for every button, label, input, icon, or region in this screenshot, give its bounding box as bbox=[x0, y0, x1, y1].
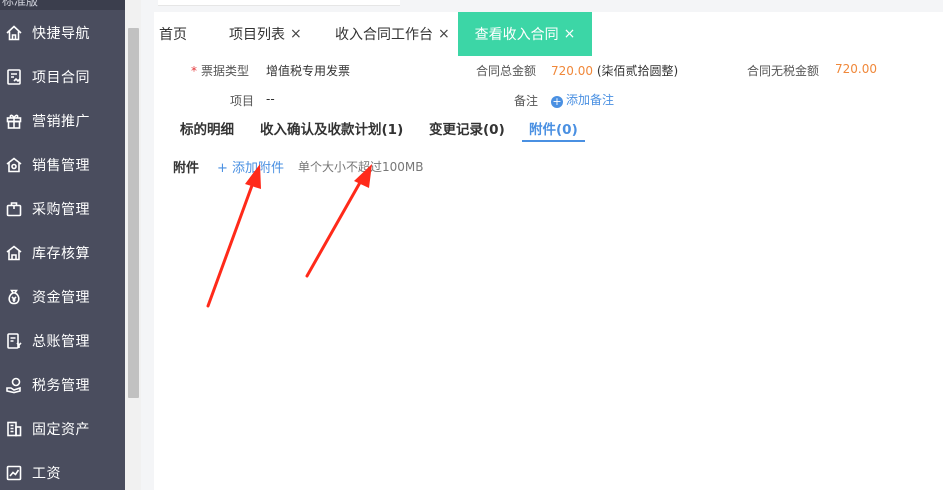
subtab-attachments[interactable]: 附件(0) bbox=[522, 118, 585, 142]
sidebar-item-quick-nav[interactable]: 快捷导航 bbox=[0, 11, 125, 55]
sidebar-header: 标准版 bbox=[0, 0, 125, 10]
sidebar-item-label: 营销推广 bbox=[32, 114, 90, 130]
subtab-items[interactable]: 标的明细 bbox=[180, 118, 234, 142]
briefcase-icon bbox=[5, 200, 23, 218]
tab-label: 首页 bbox=[159, 27, 187, 43]
sidebar-item-label: 税务管理 bbox=[32, 378, 90, 394]
tab-project-list[interactable]: 项目列表 × bbox=[229, 12, 302, 56]
edition-label: 标准版 bbox=[2, 0, 39, 8]
remark-label: 备注 bbox=[514, 94, 539, 108]
top-strip-panel bbox=[158, 0, 400, 6]
close-icon[interactable]: × bbox=[438, 26, 450, 42]
tab-label: 收入合同工作台 bbox=[335, 27, 433, 43]
sidebar-item-label: 快捷导航 bbox=[32, 26, 90, 42]
tab-view-income-contract[interactable]: 查看收入合同 × bbox=[458, 12, 592, 56]
sidebar-item-inventory[interactable]: 库存核算 bbox=[0, 231, 125, 275]
sidebar-item-project-contract[interactable]: 项目合同 bbox=[0, 55, 125, 99]
close-icon[interactable]: × bbox=[564, 26, 576, 42]
add-attachment-button[interactable]: + 添加附件 bbox=[217, 157, 284, 176]
tab-label: 项目列表 bbox=[229, 27, 285, 43]
warehouse-icon bbox=[5, 244, 23, 262]
no-tax-amount-label: 合同无税金额 bbox=[747, 64, 820, 78]
project-value: -- bbox=[266, 92, 275, 106]
sidebar-item-label: 工资 bbox=[32, 466, 61, 482]
sidebar-item-tax[interactable]: 税务管理 bbox=[0, 363, 125, 407]
gift-icon bbox=[5, 112, 23, 130]
total-amount-label: 合同总金额 bbox=[476, 64, 537, 78]
sidebar-item-label: 采购管理 bbox=[32, 202, 90, 218]
sidebar-item-ledger[interactable]: 总账管理 bbox=[0, 319, 125, 363]
sidebar-item-marketing[interactable]: 营销推广 bbox=[0, 99, 125, 143]
subtab-change-records[interactable]: 变更记录(0) bbox=[429, 118, 505, 142]
ledger-icon bbox=[5, 332, 23, 350]
hand-coin-icon bbox=[5, 376, 23, 394]
tab-bar: 首页 项目列表 × 收入合同工作台 × 查看收入合同 × bbox=[154, 12, 943, 56]
sidebar-item-label: 销售管理 bbox=[32, 158, 90, 174]
contract-detail: * 票据类型 增值税专用发票 合同总金额 720.00 (柒佰贰拾圆整) 合同无税… bbox=[154, 56, 943, 490]
sidebar: 标准版 快捷导航 项目合同 营销推广 销售管理 采购管理 库存核算 资金管理 总… bbox=[0, 0, 125, 490]
salary-icon bbox=[5, 464, 23, 482]
total-amount-value: 720.00 (柒佰贰拾圆整) bbox=[551, 64, 679, 78]
contract-icon bbox=[5, 68, 23, 86]
plus-circle-icon: + bbox=[551, 95, 563, 108]
subtab-income-plan[interactable]: 收入确认及收款计划(1) bbox=[260, 118, 403, 142]
sidebar-item-salary[interactable]: 工资 bbox=[0, 451, 125, 490]
sidebar-item-label: 库存核算 bbox=[32, 246, 90, 262]
sidebar-item-label: 资金管理 bbox=[32, 290, 90, 306]
no-tax-amount-value: 720.00 bbox=[835, 62, 877, 76]
home-icon bbox=[5, 24, 23, 42]
sidebar-scrollbar-thumb[interactable] bbox=[128, 28, 139, 398]
sidebar-item-label: 固定资产 bbox=[32, 422, 90, 438]
invoice-type-value: 增值税专用发票 bbox=[266, 64, 351, 78]
layout-gap bbox=[141, 0, 154, 490]
money-bag-icon bbox=[5, 288, 23, 306]
building-icon bbox=[5, 420, 23, 438]
sales-icon bbox=[5, 156, 23, 174]
sidebar-item-purchase[interactable]: 采购管理 bbox=[0, 187, 125, 231]
tab-label: 查看收入合同 bbox=[474, 27, 559, 43]
attachments-title: 附件 bbox=[173, 161, 200, 176]
add-remark-button[interactable]: + 添加备注 bbox=[551, 91, 614, 108]
close-icon[interactable]: × bbox=[290, 26, 302, 42]
tab-home[interactable]: 首页 bbox=[159, 12, 187, 56]
project-label: 项目 bbox=[230, 94, 255, 108]
sidebar-item-label: 总账管理 bbox=[32, 334, 90, 350]
sidebar-item-fixed-assets[interactable]: 固定资产 bbox=[0, 407, 125, 451]
tab-income-contract-workbench[interactable]: 收入合同工作台 × bbox=[335, 12, 450, 56]
required-marker: * bbox=[191, 64, 197, 78]
top-strip bbox=[154, 0, 943, 12]
attachment-size-hint: 单个大小不超过100MB bbox=[298, 160, 424, 174]
invoice-type-label: * 票据类型 bbox=[191, 64, 250, 78]
sidebar-item-funds[interactable]: 资金管理 bbox=[0, 275, 125, 319]
sidebar-item-label: 项目合同 bbox=[32, 70, 90, 86]
sidebar-item-sales[interactable]: 销售管理 bbox=[0, 143, 125, 187]
